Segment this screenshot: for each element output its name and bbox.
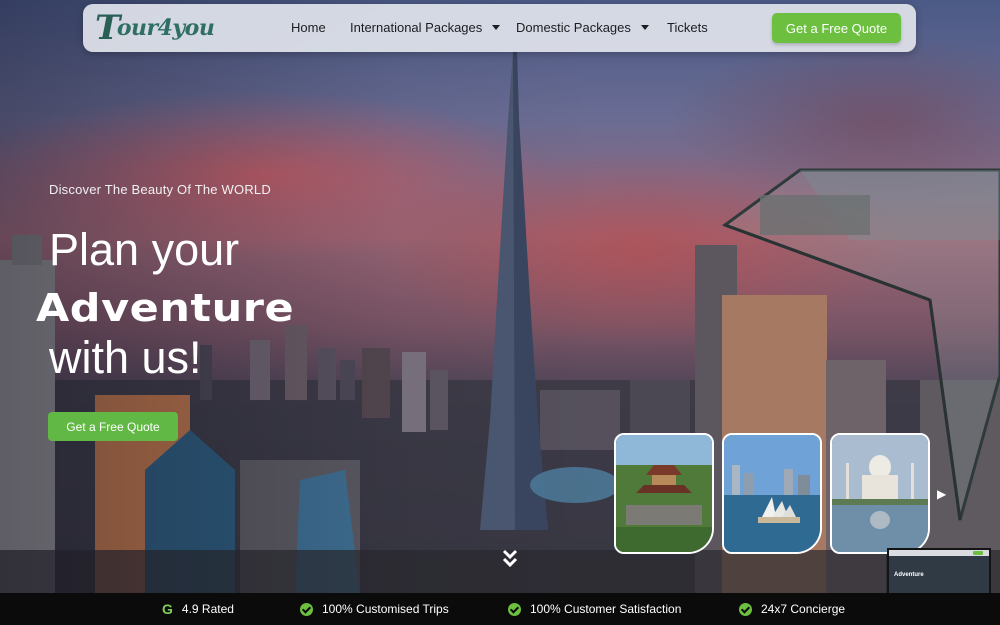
hero-headline-line2: Adventure	[36, 286, 295, 330]
thumbnail-title: Adventure	[894, 572, 924, 578]
double-chevron-down-icon[interactable]	[500, 548, 520, 570]
nav-get-quote-button[interactable]: Get a Free Quote	[772, 13, 901, 43]
hero-get-quote-button[interactable]: Get a Free Quote	[48, 412, 178, 441]
nav-item-domestic-packages[interactable]: Domestic Packages	[516, 20, 649, 35]
feature-label: 4.9 Rated	[181, 602, 234, 616]
google-g-icon: G	[162, 601, 173, 617]
thumbnail-navbar	[889, 550, 989, 556]
top-navbar: T our4you Home International Packages Do…	[83, 4, 916, 52]
nav-item-label: Tickets	[667, 20, 708, 35]
hero-headline-line1: Plan your	[49, 224, 240, 275]
nav-item-label: International Packages	[350, 20, 483, 35]
tour4you-logo[interactable]: T our4you	[95, 8, 215, 48]
feature-label: 100% Customer Satisfaction	[530, 602, 682, 616]
check-circle-icon	[508, 602, 521, 616]
taj-mahal-photo	[832, 435, 928, 552]
pagoda-garden-photo	[616, 435, 712, 552]
nav-item-label: Home	[291, 20, 326, 35]
nav-item-home[interactable]: Home	[291, 20, 326, 35]
check-circle-icon	[300, 602, 313, 616]
feature-rating: G 4.9 Rated	[162, 601, 234, 617]
logo-text: our4you	[116, 15, 215, 41]
nav-item-label: Domestic Packages	[516, 20, 631, 35]
destination-card-sydney[interactable]	[722, 433, 822, 554]
check-circle-icon	[739, 602, 752, 616]
sydney-opera-house-photo	[724, 435, 820, 552]
nav-item-tickets[interactable]: Tickets	[667, 20, 708, 35]
chevron-down-icon	[640, 25, 649, 30]
feature-label: 24x7 Concierge	[761, 602, 846, 616]
nav-item-international-packages[interactable]: International Packages	[350, 20, 501, 35]
destination-card-taj-mahal[interactable]	[830, 433, 930, 554]
feature-label: 100% Customised Trips	[322, 602, 449, 616]
hero-tagline: Discover The Beauty Of The WORLD	[49, 182, 271, 197]
chevron-right-icon[interactable]: ▶	[937, 487, 946, 501]
destination-card-pagoda[interactable]	[614, 433, 714, 554]
hero-headline-line3: with us!	[49, 332, 202, 383]
feature-customer-satisfaction: 100% Customer Satisfaction	[508, 601, 681, 617]
feature-concierge: 24x7 Concierge	[739, 601, 845, 617]
features-bar: G 4.9 Rated 100% Customised Trips 100% C…	[0, 593, 1000, 625]
chevron-down-icon	[492, 25, 501, 30]
feature-customised-trips: 100% Customised Trips	[300, 601, 449, 617]
